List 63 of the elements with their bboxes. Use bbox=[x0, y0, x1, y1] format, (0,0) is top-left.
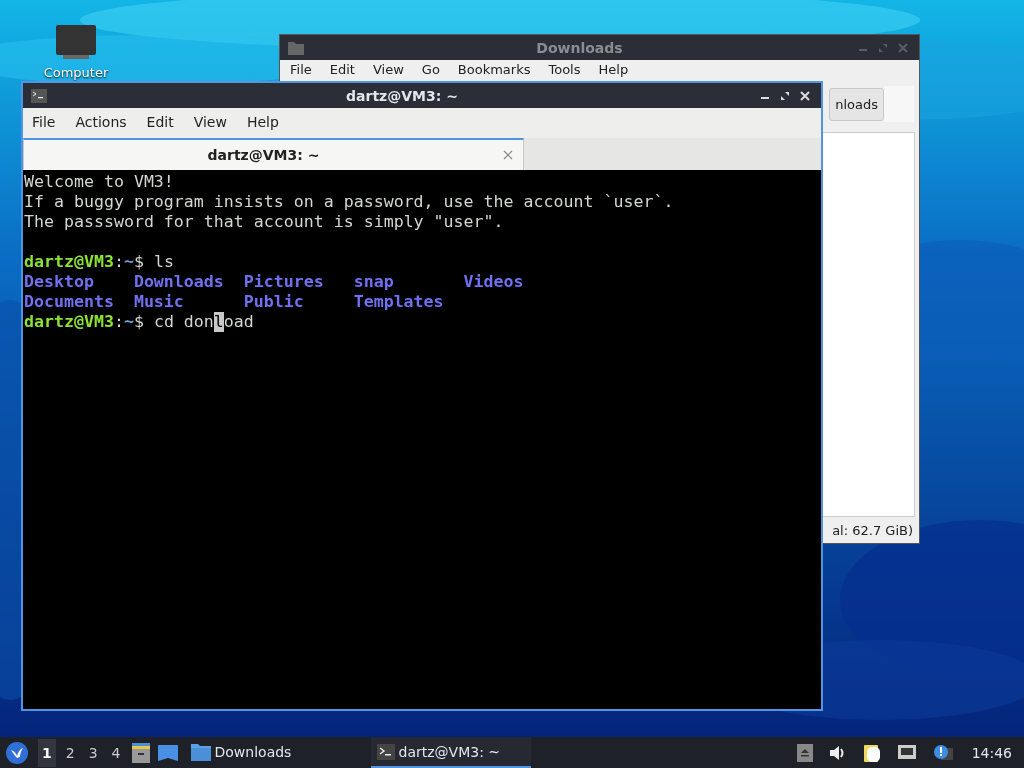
directory-name: Music bbox=[133, 292, 185, 312]
directory-name: Templates bbox=[353, 292, 445, 312]
folder-icon bbox=[190, 742, 211, 761]
status-text: al: 62.7 GiB) bbox=[832, 523, 913, 538]
desktop-icon[interactable] bbox=[156, 743, 179, 762]
directory-name: Desktop bbox=[24, 272, 95, 292]
directory-name: snap bbox=[353, 272, 395, 292]
command-text: $ ls bbox=[133, 252, 174, 272]
clock[interactable]: 14:46 bbox=[971, 744, 1012, 761]
close-icon bbox=[800, 90, 810, 101]
close-button[interactable] bbox=[797, 88, 813, 103]
terminal-icon bbox=[31, 88, 47, 103]
monitor-icon[interactable] bbox=[55, 24, 97, 62]
menu-item[interactable]: Edit bbox=[146, 114, 174, 132]
directory-name: Videos bbox=[463, 272, 525, 292]
command-text: oad bbox=[223, 312, 254, 332]
workspace-button[interactable]: 4 bbox=[107, 738, 125, 767]
close-icon bbox=[898, 42, 908, 53]
workspace-button[interactable]: 2 bbox=[61, 738, 79, 767]
menu-item[interactable]: Go bbox=[421, 62, 440, 78]
minimize-icon bbox=[760, 97, 770, 99]
notification-icon[interactable] bbox=[932, 743, 953, 762]
menu-item[interactable]: Bookmarks bbox=[457, 62, 531, 78]
network-icon[interactable] bbox=[896, 743, 917, 762]
prompt-dir: ~ bbox=[123, 252, 134, 272]
directory-name: Public bbox=[243, 292, 305, 312]
menu-item[interactable]: Edit bbox=[329, 62, 355, 78]
output-line: Welcome to VM3! bbox=[24, 172, 174, 192]
output-line: If a buggy program insists on a password, use the account `user`. bbox=[24, 192, 674, 212]
menu-item[interactable]: File bbox=[290, 62, 312, 78]
menu-item[interactable]: Actions bbox=[75, 114, 127, 132]
prompt-colon: : bbox=[113, 252, 124, 272]
workspace-button[interactable]: 1 bbox=[38, 738, 56, 767]
directory-name: Pictures bbox=[243, 272, 325, 292]
prompt-dir: ~ bbox=[123, 312, 134, 332]
taskbar-window-button[interactable]: dartz@VM3: ~ bbox=[370, 737, 531, 768]
terminal-tab[interactable]: dartz@VM3: ~ bbox=[23, 138, 524, 170]
command-text: $ cd don bbox=[133, 312, 214, 332]
prompt-user: dartz@VM3 bbox=[24, 312, 114, 332]
directory-name: Downloads bbox=[133, 272, 225, 292]
menu-item[interactable]: Help bbox=[598, 62, 629, 78]
taskbar-window-button[interactable]: Downloads bbox=[184, 737, 365, 768]
prompt-colon: : bbox=[113, 312, 124, 332]
path-button[interactable]: nloads bbox=[829, 87, 884, 121]
file-cabinet-icon[interactable] bbox=[130, 741, 151, 764]
eject-icon[interactable] bbox=[796, 743, 813, 762]
workspace-button[interactable]: 3 bbox=[84, 738, 102, 767]
window-title: dartz@VM3: ~ bbox=[345, 87, 459, 104]
menu-item[interactable]: Help bbox=[246, 114, 279, 132]
prompt-user: dartz@VM3 bbox=[24, 252, 114, 272]
menu-item[interactable]: View bbox=[372, 62, 404, 78]
menu-item[interactable]: File bbox=[32, 114, 56, 132]
menu-item[interactable]: Tools bbox=[548, 62, 581, 78]
folder-icon bbox=[288, 40, 304, 55]
window-title: Downloads bbox=[535, 39, 624, 56]
maximize-icon bbox=[878, 42, 888, 53]
maximize-icon bbox=[780, 90, 790, 101]
close-icon[interactable] bbox=[503, 150, 513, 160]
terminal-icon bbox=[376, 743, 395, 760]
directory-name: Documents bbox=[24, 292, 115, 312]
output-line: The passsword for that account is simply "user". bbox=[24, 212, 504, 232]
text-cursor: l bbox=[213, 312, 224, 332]
menu-item[interactable]: View bbox=[193, 114, 227, 132]
